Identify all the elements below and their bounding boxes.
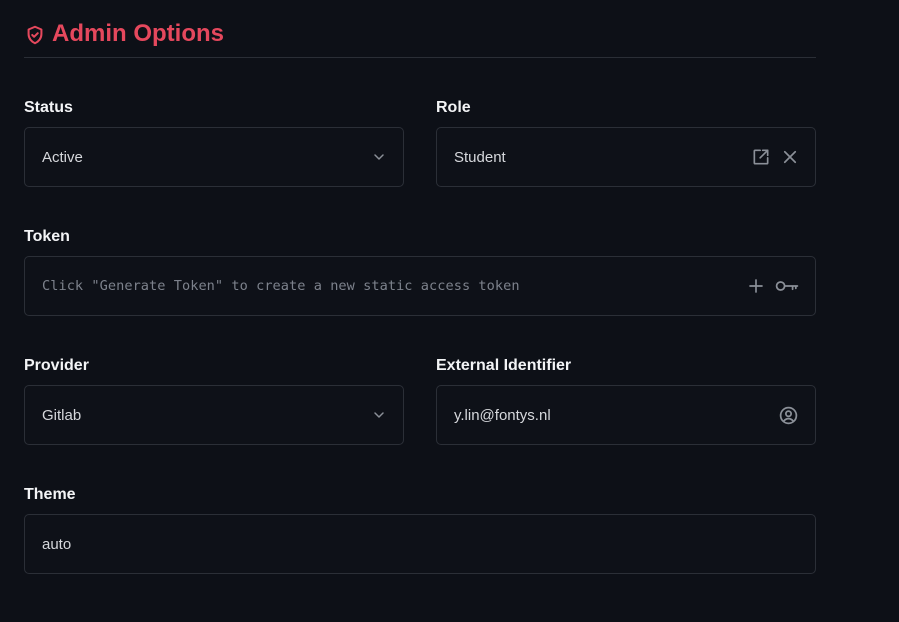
provider-select[interactable]: Gitlab bbox=[24, 385, 404, 445]
key-icon[interactable] bbox=[775, 277, 799, 295]
theme-label: Theme bbox=[24, 486, 76, 503]
external-identifier-label: External Identifier bbox=[436, 357, 572, 374]
user-circle-icon bbox=[778, 405, 799, 426]
close-icon[interactable] bbox=[781, 148, 799, 166]
role-field[interactable]: Student bbox=[436, 127, 816, 187]
provider-label: Provider bbox=[24, 357, 89, 374]
status-select[interactable]: Active bbox=[24, 127, 404, 187]
role-label: Role bbox=[436, 99, 471, 116]
theme-value: auto bbox=[42, 535, 72, 553]
token-placeholder: Click "Generate Token" to create a new s… bbox=[42, 278, 520, 294]
status-label: Status bbox=[24, 99, 73, 116]
role-value: Student bbox=[454, 148, 506, 166]
chevron-down-icon bbox=[371, 149, 387, 165]
status-value: Active bbox=[42, 148, 83, 166]
page-title: Admin Options bbox=[52, 20, 224, 47]
chevron-down-icon bbox=[371, 407, 387, 423]
theme-field[interactable]: auto bbox=[24, 514, 816, 574]
external-identifier-value: y.lin@fontys.nl bbox=[454, 406, 551, 424]
admin-options-header: Admin Options bbox=[24, 16, 816, 58]
token-label: Token bbox=[24, 228, 70, 245]
provider-value: Gitlab bbox=[42, 406, 82, 424]
shield-check-icon bbox=[24, 24, 46, 46]
external-identifier-field[interactable]: y.lin@fontys.nl bbox=[436, 385, 816, 445]
token-field[interactable]: Click "Generate Token" to create a new s… bbox=[24, 256, 816, 316]
external-link-icon[interactable] bbox=[751, 147, 771, 167]
plus-icon[interactable] bbox=[747, 277, 765, 295]
